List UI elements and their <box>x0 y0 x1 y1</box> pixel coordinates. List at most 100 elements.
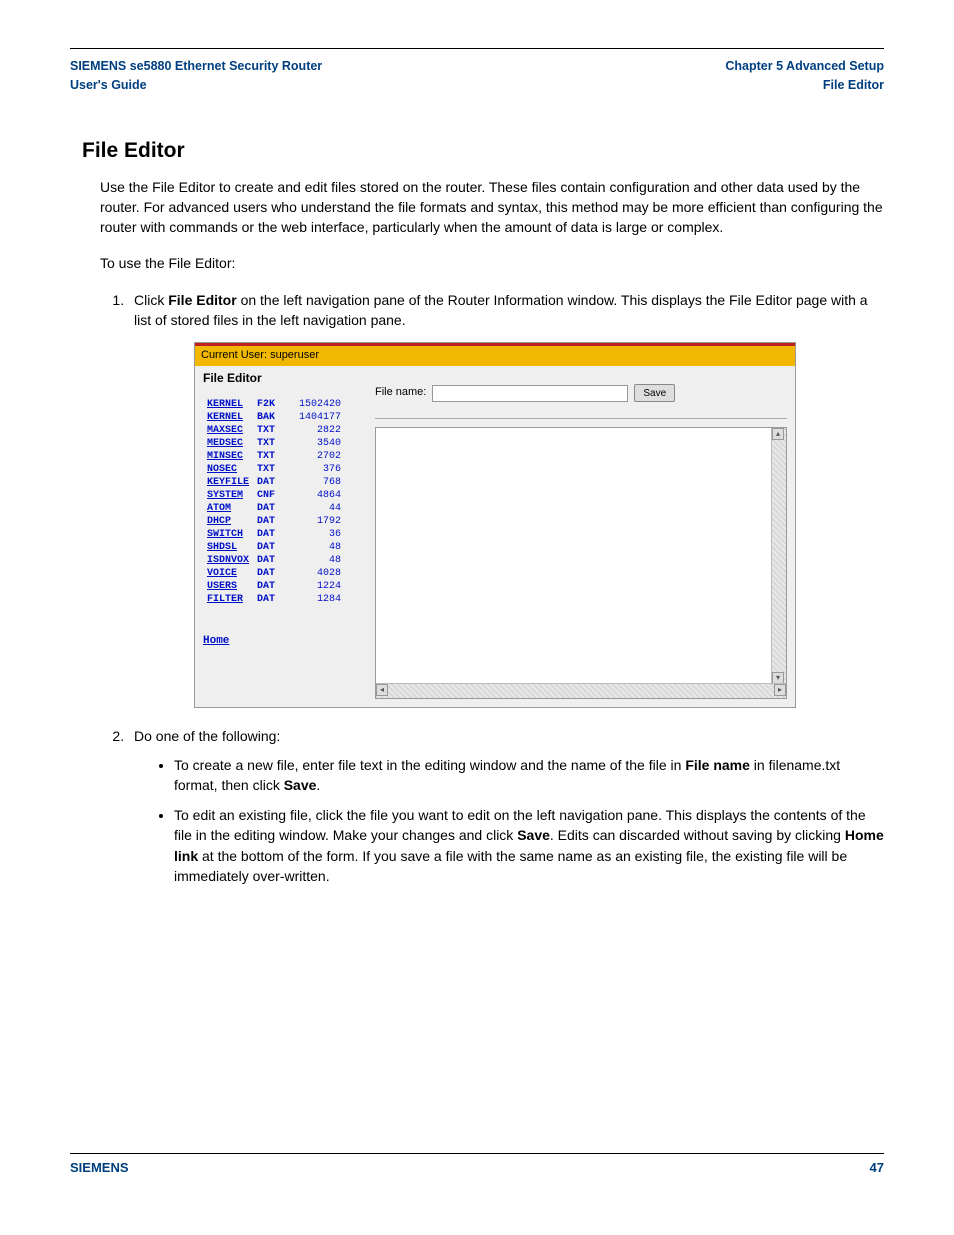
file-row[interactable]: MAXSECTXT2822 <box>203 424 345 437</box>
file-name[interactable]: ATOM <box>203 502 253 515</box>
file-size: 48 <box>279 541 345 554</box>
header-left: SIEMENS se5880 Ethernet Security Router … <box>70 57 322 95</box>
file-ext: TXT <box>253 463 279 476</box>
home-link[interactable]: Home <box>203 634 229 650</box>
step2-bullets: To create a new file, enter file text in… <box>156 755 884 887</box>
filename-input[interactable] <box>432 385 628 402</box>
file-row[interactable]: KEYFILEDAT768 <box>203 476 345 489</box>
file-ext: BAK <box>253 411 279 424</box>
header-rule <box>70 48 884 49</box>
scroll-left-icon[interactable]: ◂ <box>376 684 388 696</box>
chapter-label: Chapter 5 Advanced Setup <box>725 59 884 73</box>
file-ext: DAT <box>253 515 279 528</box>
file-name[interactable]: USERS <box>203 580 253 593</box>
file-ext: TXT <box>253 450 279 463</box>
page-number: 47 <box>870 1160 884 1175</box>
step1-bold: File Editor <box>168 292 236 308</box>
horizontal-scrollbar[interactable]: ◂ ▸ <box>376 683 786 698</box>
file-row[interactable]: VOICEDAT4028 <box>203 567 345 580</box>
file-size: 44 <box>279 502 345 515</box>
file-row[interactable]: SWITCHDAT36 <box>203 528 345 541</box>
file-name[interactable]: KERNEL <box>203 411 253 424</box>
file-size: 2822 <box>279 424 345 437</box>
lead-in: To use the File Editor: <box>100 253 884 273</box>
file-name[interactable]: KEYFILE <box>203 476 253 489</box>
file-row[interactable]: KERNELF2K1502420 <box>203 398 345 411</box>
file-row[interactable]: USERSDAT1224 <box>203 580 345 593</box>
page-header: SIEMENS se5880 Ethernet Security Router … <box>70 57 884 95</box>
file-editor-screenshot: Current User: superuser File Editor KERN… <box>194 342 796 708</box>
file-ext: CNF <box>253 489 279 502</box>
editor-textarea[interactable] <box>376 428 772 684</box>
bullet-create: To create a new file, enter file text in… <box>174 755 884 796</box>
file-name[interactable]: ISDNVOX <box>203 554 253 567</box>
file-ext: TXT <box>253 424 279 437</box>
file-name[interactable]: MEDSEC <box>203 437 253 450</box>
file-row[interactable]: MEDSECTXT3540 <box>203 437 345 450</box>
filename-row: File name: Save <box>375 384 787 402</box>
file-row[interactable]: KERNELBAK1404177 <box>203 411 345 424</box>
file-row[interactable]: DHCPDAT1792 <box>203 515 345 528</box>
current-user-bar: Current User: superuser <box>195 346 795 366</box>
file-size: 36 <box>279 528 345 541</box>
file-size: 1502420 <box>279 398 345 411</box>
file-name[interactable]: SYSTEM <box>203 489 253 502</box>
filename-label: File name: <box>375 385 426 401</box>
file-row[interactable]: MINSECTXT2702 <box>203 450 345 463</box>
file-size: 4028 <box>279 567 345 580</box>
file-ext: DAT <box>253 580 279 593</box>
scroll-right-icon[interactable]: ▸ <box>774 684 786 696</box>
file-size: 48 <box>279 554 345 567</box>
b2-bold1: Save <box>517 827 550 843</box>
save-button[interactable]: Save <box>634 384 675 402</box>
file-size: 1404177 <box>279 411 345 424</box>
file-row[interactable]: NOSECTXT376 <box>203 463 345 476</box>
file-name[interactable]: NOSEC <box>203 463 253 476</box>
file-row[interactable]: ATOMDAT44 <box>203 502 345 515</box>
b1-post: . <box>316 777 320 793</box>
file-ext: DAT <box>253 528 279 541</box>
file-name[interactable]: MINSEC <box>203 450 253 463</box>
file-name[interactable]: DHCP <box>203 515 253 528</box>
file-size: 1284 <box>279 593 345 606</box>
steps-list: Click File Editor on the left navigation… <box>100 290 884 887</box>
file-name[interactable]: SHDSL <box>203 541 253 554</box>
step2-intro: Do one of the following: <box>134 728 280 744</box>
file-ext: DAT <box>253 593 279 606</box>
section-ref: File Editor <box>823 78 884 92</box>
guide-name: User's Guide <box>70 78 147 92</box>
file-row[interactable]: FILTERDAT1284 <box>203 593 345 606</box>
b1-bold2: Save <box>284 777 317 793</box>
b2-post: at the bottom of the form. If you save a… <box>174 848 847 884</box>
vertical-scrollbar[interactable]: ▴ ▾ <box>771 428 786 684</box>
file-name[interactable]: SWITCH <box>203 528 253 541</box>
file-name[interactable]: VOICE <box>203 567 253 580</box>
divider <box>375 418 787 419</box>
screenshot-body: File Editor KERNELF2K1502420KERNELBAK140… <box>195 366 795 707</box>
panel-title: File Editor <box>203 370 365 387</box>
file-list-panel: File Editor KERNELF2K1502420KERNELBAK140… <box>195 366 373 707</box>
scroll-up-icon[interactable]: ▴ <box>772 428 784 440</box>
file-ext: DAT <box>253 567 279 580</box>
file-size: 4864 <box>279 489 345 502</box>
footer-rule <box>70 1153 884 1154</box>
file-name[interactable]: FILTER <box>203 593 253 606</box>
file-name[interactable]: MAXSEC <box>203 424 253 437</box>
file-size: 1224 <box>279 580 345 593</box>
step-2: Do one of the following: To create a new… <box>128 726 884 886</box>
b2-mid1: . Edits can discarded without saving by … <box>550 827 845 843</box>
file-ext: DAT <box>253 541 279 554</box>
file-row[interactable]: SHDSLDAT48 <box>203 541 345 554</box>
file-row[interactable]: SYSTEMCNF4864 <box>203 489 345 502</box>
page: SIEMENS se5880 Ethernet Security Router … <box>0 0 954 1235</box>
file-size: 3540 <box>279 437 345 450</box>
editor-panel: File name: Save ▴ ▾ ◂ <box>373 366 795 707</box>
file-size: 1792 <box>279 515 345 528</box>
file-name[interactable]: KERNEL <box>203 398 253 411</box>
file-ext: DAT <box>253 554 279 567</box>
file-row[interactable]: ISDNVOXDAT48 <box>203 554 345 567</box>
editor-box: ▴ ▾ ◂ ▸ <box>375 427 787 699</box>
file-size: 376 <box>279 463 345 476</box>
page-footer: SIEMENS 47 <box>70 1153 884 1175</box>
file-ext: DAT <box>253 476 279 489</box>
